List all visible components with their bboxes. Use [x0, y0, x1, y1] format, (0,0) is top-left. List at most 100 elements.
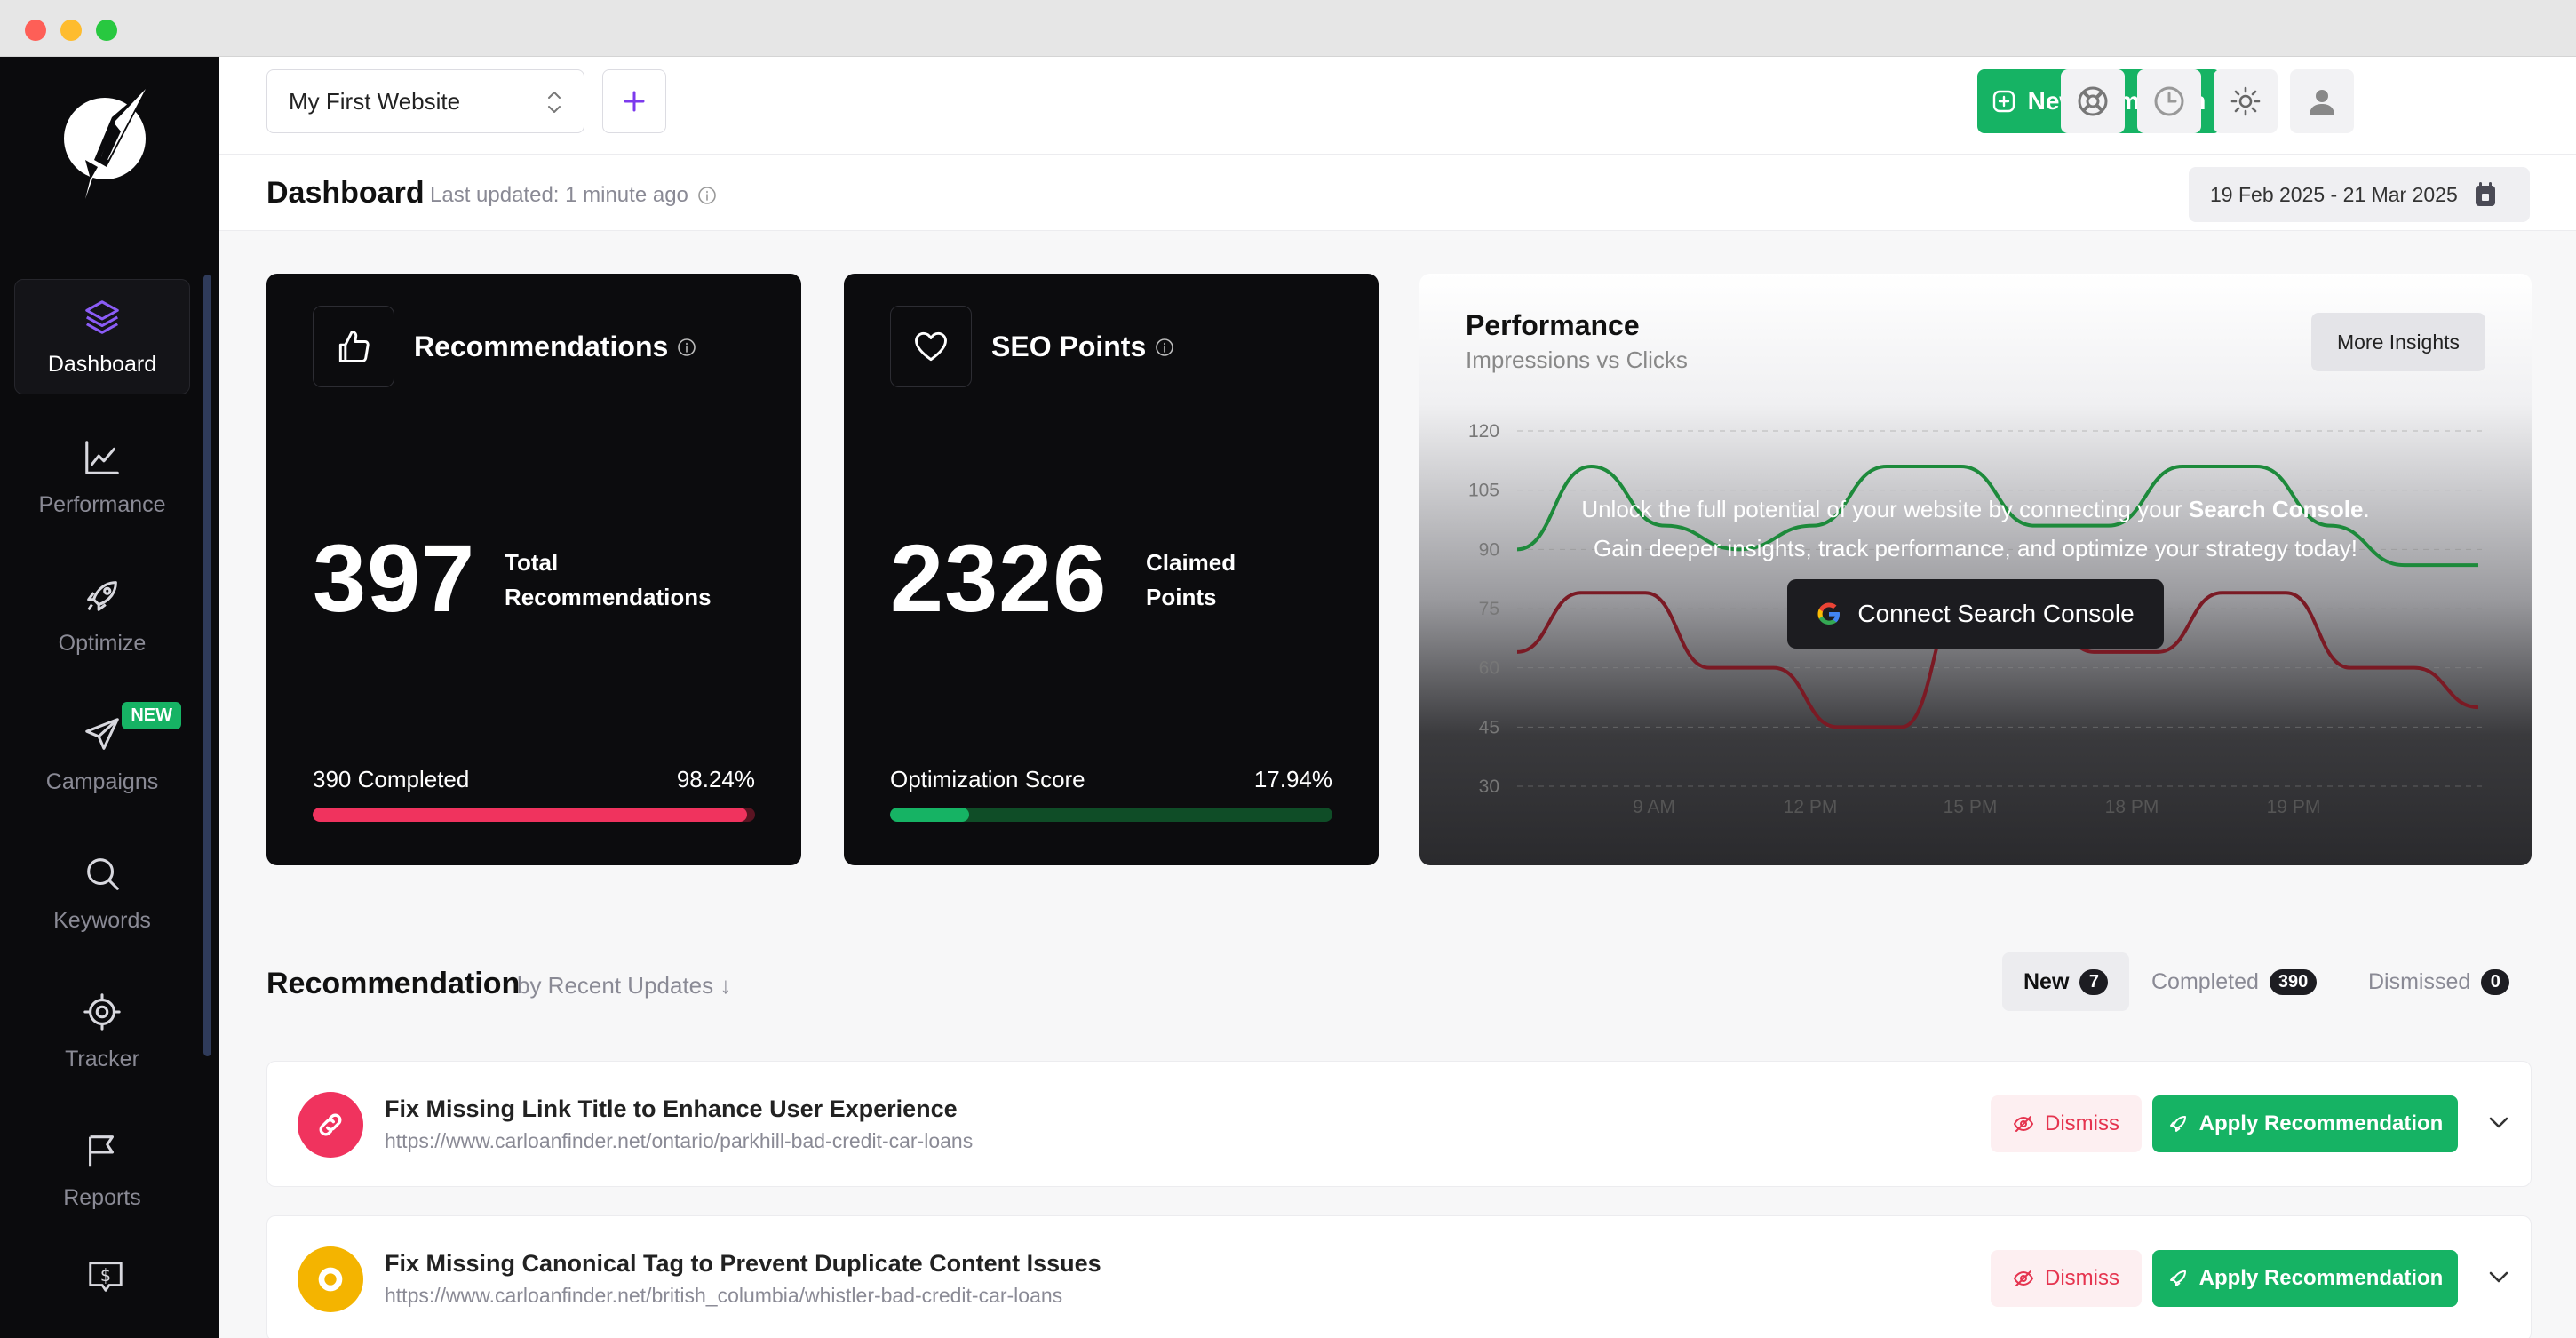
- eye-off-icon: [2013, 1270, 2034, 1286]
- sidebar-item-performance[interactable]: Performance: [14, 419, 190, 535]
- theme-toggle-button[interactable]: [2214, 69, 2278, 133]
- date-range-picker[interactable]: 19 Feb 2025 - 21 Mar 2025: [2189, 167, 2530, 222]
- info-icon[interactable]: [1155, 338, 1174, 357]
- user-icon: [2310, 90, 2334, 115]
- new-badge: NEW: [122, 702, 181, 729]
- app-logo[interactable]: [59, 82, 156, 204]
- recommendation-title: Fix Missing Link Title to Enhance User E…: [385, 1095, 958, 1122]
- recommendations-card: Recommendations 397 Total Recommendation…: [266, 274, 801, 865]
- apply-label: Apply Recommendation: [2198, 1266, 2444, 1290]
- progress-fill: [313, 808, 748, 822]
- recommendation-url[interactable]: https://www.carloanfinder.net/british_co…: [385, 1284, 1062, 1308]
- chevron-up-down-icon: [548, 92, 561, 113]
- sidebar-scrollbar[interactable]: [203, 275, 211, 1056]
- user-menu-button[interactable]: [2290, 69, 2354, 133]
- search-icon: [87, 857, 119, 890]
- x-tick-label: 12 PM: [1784, 797, 1838, 817]
- layers-icon: [85, 299, 119, 334]
- billing-icon[interactable]: $: [85, 1256, 126, 1302]
- date-range-value: 19 Feb 2025 - 21 Mar 2025: [2210, 182, 2458, 206]
- sidebar: Dashboard Performance Optimize Campaigns…: [0, 57, 219, 1338]
- recommendation-row[interactable]: Fix Missing Canonical Tag to Prevent Dup…: [266, 1215, 2532, 1338]
- flag-icon: [89, 1135, 115, 1166]
- recommendation-title: Fix Missing Canonical Tag to Prevent Dup…: [385, 1250, 1101, 1277]
- seo-points-card: SEO Points 2326 Claimed Points Optimizat…: [844, 274, 1379, 865]
- sidebar-item-reports[interactable]: Reports: [14, 1112, 190, 1228]
- sidebar-item-tracker[interactable]: Tracker: [14, 974, 190, 1089]
- eye-off-icon: [2013, 1116, 2034, 1132]
- unlock-text-bold: Search Console: [2188, 496, 2364, 522]
- website-select[interactable]: My First Website: [266, 69, 584, 133]
- tab-count: 7: [2079, 968, 2109, 995]
- paper-plane-icon: [85, 717, 119, 750]
- rocket-icon: [2169, 1270, 2186, 1286]
- top-bar: My First Website New Campaign: [219, 57, 2576, 155]
- tab-dismissed[interactable]: Dismissed 0: [2347, 952, 2531, 1011]
- tab-count: 0: [2481, 968, 2510, 995]
- maximize-window-button[interactable]: [96, 20, 117, 41]
- sidebar-item-dashboard[interactable]: Dashboard: [14, 279, 190, 394]
- tab-new[interactable]: New 7: [2002, 952, 2130, 1011]
- connect-label: Connect Search Console: [1857, 600, 2135, 627]
- x-tick-label: 9 AM: [1633, 797, 1675, 817]
- sidebar-item-label: Optimize: [58, 630, 147, 656]
- card-title-text: Recommendations: [414, 331, 669, 362]
- rocket-icon: [87, 580, 117, 611]
- recommendation-section-title: Recommendation: [266, 967, 521, 1000]
- unlock-text-post: .: [2363, 496, 2370, 522]
- recommendation-row[interactable]: Fix Missing Link Title to Enhance User E…: [266, 1061, 2532, 1187]
- chevron-down-icon[interactable]: [2486, 1264, 2511, 1289]
- help-button[interactable]: [2061, 69, 2125, 133]
- sidebar-item-campaigns[interactable]: Campaigns NEW: [14, 697, 190, 812]
- info-icon[interactable]: [697, 186, 717, 205]
- add-website-button[interactable]: [602, 69, 666, 133]
- y-tick-label: 120: [1468, 421, 1499, 442]
- sort-by-recent-updates[interactable]: by Recent Updates ↓: [517, 972, 731, 1000]
- crosshair-icon: [83, 992, 121, 1031]
- info-icon[interactable]: [677, 338, 696, 357]
- tab-completed[interactable]: Completed 390: [2130, 952, 2338, 1011]
- history-button[interactable]: [2137, 69, 2201, 133]
- clock-icon: [2154, 86, 2184, 116]
- card-title: Recommendations: [414, 331, 696, 363]
- x-tick-label: 18 PM: [2105, 797, 2159, 817]
- label-line-2: Points: [1146, 584, 1217, 610]
- label-line-1: Claimed: [1146, 549, 1236, 576]
- connect-search-console-button[interactable]: Connect Search Console: [1787, 579, 2164, 649]
- progress-value: 17.94%: [1253, 766, 1332, 792]
- google-icon: [1817, 602, 1841, 625]
- x-tick-label: 15 PM: [1944, 797, 1998, 817]
- progress-bar: [890, 808, 1332, 822]
- website-select-value: My First Website: [289, 87, 461, 115]
- apply-label: Apply Recommendation: [2198, 1111, 2444, 1135]
- total-recommendations-label: Total Recommendations: [505, 546, 712, 615]
- plus-icon: [624, 91, 645, 112]
- recommendation-url[interactable]: https://www.carloanfinder.net/ontario/pa…: [385, 1129, 973, 1153]
- progress-label: 390 Completed: [313, 766, 470, 792]
- close-window-button[interactable]: [25, 20, 46, 41]
- x-tick-label: 19 PM: [2267, 797, 2321, 817]
- last-updated: Last updated: 1 minute ago: [430, 183, 717, 208]
- dismiss-button[interactable]: Dismiss: [1991, 1250, 2142, 1307]
- card-icon-box: [890, 306, 972, 387]
- chevron-down-icon[interactable]: [2486, 1110, 2511, 1135]
- progress-row: Optimization Score 17.94%: [890, 766, 1332, 793]
- sidebar-item-label: Tracker: [65, 1046, 139, 1071]
- calendar-icon: [2475, 182, 2495, 206]
- apply-recommendation-button[interactable]: Apply Recommendation: [2152, 1095, 2458, 1152]
- sidebar-item-optimize[interactable]: Optimize: [14, 558, 190, 673]
- total-recommendations-value: 397: [313, 524, 476, 632]
- sidebar-item-keywords[interactable]: Keywords: [14, 835, 190, 951]
- link-icon: [319, 1113, 342, 1136]
- dismiss-button[interactable]: Dismiss: [1991, 1095, 2142, 1152]
- apply-recommendation-button[interactable]: Apply Recommendation: [2152, 1250, 2458, 1307]
- claimed-points-label: Claimed Points: [1146, 546, 1236, 615]
- progress-value: 98.24%: [676, 766, 755, 792]
- ring-icon: [318, 1267, 343, 1292]
- sidebar-item-label: Campaigns: [45, 769, 159, 794]
- minimize-window-button[interactable]: [60, 20, 82, 41]
- dismiss-label: Dismiss: [2045, 1111, 2119, 1135]
- page-header: Dashboard Last updated: 1 minute ago 19 …: [219, 155, 2576, 231]
- progress-label: Optimization Score: [890, 766, 1085, 792]
- performance-chart: 12010590756045309 AM 12 PM 15 PM 18 PM 19 PM: [1468, 421, 2485, 817]
